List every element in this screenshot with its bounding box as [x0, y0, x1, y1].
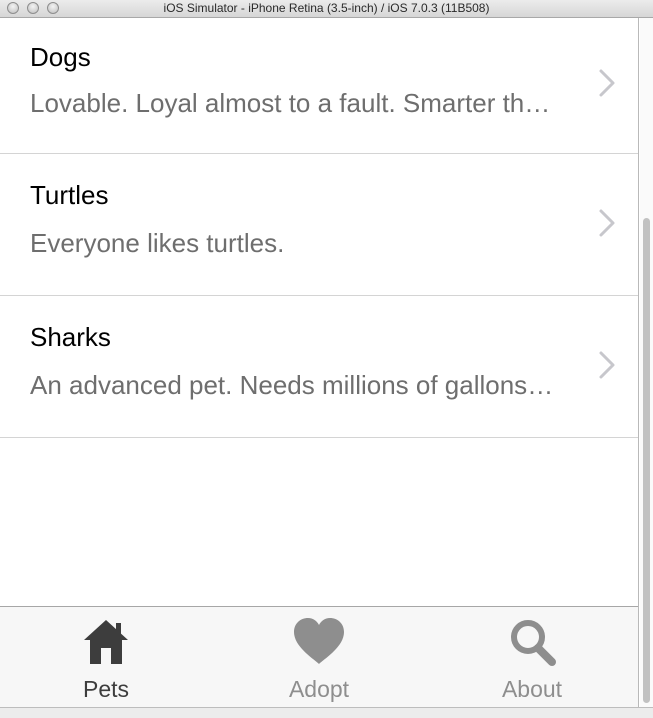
window-title: iOS Simulator - iPhone Retina (3.5-inch)…	[163, 1, 490, 15]
window-bottom-edge	[0, 707, 653, 718]
row-subtitle: Everyone likes turtles.	[30, 228, 285, 258]
list-item[interactable]: Dogs Lovable. Loyal almost to a fault. S…	[0, 18, 638, 154]
row-title: Sharks	[30, 322, 111, 352]
list-item[interactable]: Turtles Everyone likes turtles.	[0, 154, 638, 296]
row-subtitle: Lovable. Loyal almost to a fault. Smarte…	[30, 88, 560, 118]
simulator-window: iOS Simulator - iPhone Retina (3.5-inch)…	[0, 0, 653, 718]
tab-adopt[interactable]: Adopt	[213, 607, 425, 707]
window-titlebar: iOS Simulator - iPhone Retina (3.5-inch)…	[0, 0, 653, 18]
app-screen: Dogs Lovable. Loyal almost to a fault. S…	[0, 18, 639, 707]
row-title: Turtles	[30, 180, 109, 210]
search-icon	[511, 620, 556, 666]
chevron-right-icon	[599, 209, 615, 237]
tab-label: Pets	[82, 676, 130, 702]
chevron-right-icon	[599, 69, 615, 97]
tab-bar: Pets Adopt About	[0, 606, 638, 707]
list-item[interactable]: Sharks An advanced pet. Needs millions o…	[0, 296, 638, 438]
heart-icon	[294, 618, 344, 664]
tab-label: About	[501, 676, 563, 702]
pets-table: Dogs Lovable. Loyal almost to a fault. S…	[0, 18, 638, 438]
scrollbar-thumb[interactable]	[643, 218, 650, 703]
tab-pets[interactable]: Pets	[0, 607, 212, 707]
row-subtitle: An advanced pet. Needs millions of gallo…	[30, 370, 560, 400]
tab-about[interactable]: About	[426, 607, 638, 707]
home-icon	[84, 620, 128, 664]
tab-label: Adopt	[288, 676, 350, 702]
row-title: Dogs	[30, 42, 91, 72]
window-scrollbar[interactable]	[640, 18, 653, 707]
chevron-right-icon	[599, 351, 615, 379]
